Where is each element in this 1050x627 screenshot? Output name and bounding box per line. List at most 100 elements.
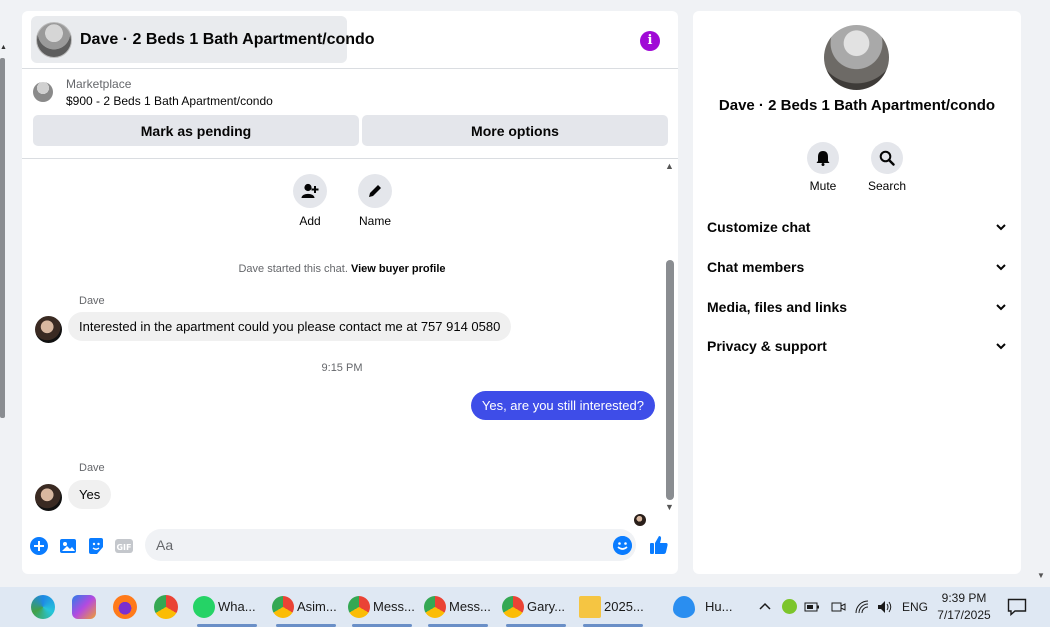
taskbar-app-label: Wha... <box>218 599 256 614</box>
more-options-button[interactable]: More options <box>362 115 668 146</box>
message-scrollbar[interactable]: ▲ ▼ <box>664 160 678 516</box>
listing-avatar <box>36 21 72 58</box>
customize-chat-section[interactable]: Customize chat <box>707 219 1007 241</box>
taskbar-app-label: Mess... <box>449 599 491 614</box>
scroll-up-icon[interactable]: ▲ <box>665 161 674 171</box>
page-scrollbar[interactable]: ▲ <box>0 0 8 587</box>
scroll-down-arrow-icon[interactable]: ▼ <box>1037 571 1045 580</box>
listing-thumbnail <box>33 82 53 102</box>
search-label: Search <box>867 179 907 193</box>
whatsapp-icon <box>193 596 215 618</box>
chat-title-button[interactable]: Dave · 2 Beds 1 Bath Apartment/condo <box>31 16 375 63</box>
water-drop-icon <box>673 596 695 618</box>
taskbar-app-label: Gary... <box>527 599 566 614</box>
chrome-profile-icon <box>424 596 446 618</box>
windows-taskbar: Wha... Asim... Mess... Mess... Gary... 2… <box>0 587 1050 627</box>
incoming-message[interactable]: Yes <box>68 480 112 509</box>
add-person-icon <box>301 183 319 198</box>
chrome-icon[interactable] <box>154 595 178 619</box>
edge-icon[interactable] <box>31 595 55 619</box>
taskbar-weather[interactable]: Hu... <box>673 587 739 627</box>
emoji-icon[interactable] <box>613 536 632 555</box>
taskbar-app-label: Hu... <box>705 599 733 614</box>
name-label: Name <box>358 214 391 228</box>
taskbar-app-label: 2025... <box>604 599 644 614</box>
message-sender: Dave <box>79 295 105 307</box>
folder-icon <box>579 596 601 618</box>
bell-icon <box>816 151 830 166</box>
chevron-down-icon <box>996 343 1006 350</box>
chrome-profile-icon <box>502 596 524 618</box>
marketplace-label: Marketplace <box>66 77 132 91</box>
chat-panel: Dave · 2 Beds 1 Bath Apartment/condo i M… <box>22 11 678 574</box>
taskbar-file-explorer[interactable]: 2025... <box>579 587 649 627</box>
chat-members-section[interactable]: Chat members <box>707 259 1007 281</box>
sender-avatar[interactable] <box>35 316 62 343</box>
sender-avatar[interactable] <box>35 484 62 511</box>
message-timestamp: 9:15 PM <box>321 362 363 374</box>
marketplace-banner: Marketplace $900 - 2 Beds 1 Bath Apartme… <box>22 70 678 159</box>
taskbar-chrome-messenger-1[interactable]: Mess... <box>348 587 418 627</box>
name-chat-action[interactable]: Name <box>345 174 405 228</box>
outgoing-message[interactable]: Yes, are you still interested? <box>470 391 655 420</box>
message-list[interactable]: Add Name Dave started this chat. View bu… <box>22 160 678 526</box>
listing-avatar-large <box>824 25 889 90</box>
listing-title-link[interactable]: $900 - 2 Beds 1 Bath Apartment/condo <box>66 94 273 108</box>
wifi-icon[interactable] <box>854 599 870 615</box>
mute-button[interactable]: Mute <box>798 142 848 193</box>
firefox-icon[interactable] <box>113 595 137 619</box>
chat-started-notice: Dave started this chat. View buyer profi… <box>22 263 662 275</box>
volume-icon[interactable] <box>876 599 894 615</box>
tray-app-icon[interactable] <box>782 599 797 614</box>
taskbar-clock[interactable]: 9:39 PM 7/17/2025 <box>930 590 998 624</box>
info-icon[interactable]: i <box>640 31 660 51</box>
svg-text:GIF: GIF <box>116 543 131 552</box>
view-buyer-profile-link[interactable]: View buyer profile <box>351 263 446 275</box>
message-scrollbar-thumb[interactable] <box>666 260 674 500</box>
sticker-icon[interactable] <box>87 537 105 555</box>
scroll-down-icon[interactable]: ▼ <box>665 502 674 512</box>
seen-receipt-avatar <box>634 514 646 526</box>
taskbar-whatsapp[interactable]: Wha... <box>193 587 263 627</box>
add-label: Add <box>299 214 321 228</box>
scroll-up-arrow-icon[interactable]: ▲ <box>0 44 7 51</box>
clock-date: 7/17/2025 <box>937 608 991 622</box>
input-language[interactable]: ENG <box>902 600 928 614</box>
copilot-icon[interactable] <box>72 595 96 619</box>
incoming-message[interactable]: Interested in the apartment could you pl… <box>68 312 512 341</box>
taskbar-app-label: Asim... <box>297 599 337 614</box>
media-files-links-section[interactable]: Media, files and links <box>707 299 1007 321</box>
message-input[interactable]: Aa <box>145 529 636 561</box>
taskbar-chrome-asim[interactable]: Asim... <box>272 587 342 627</box>
chrome-profile-icon <box>348 596 370 618</box>
meet-now-icon[interactable] <box>830 599 846 615</box>
thumbs-up-icon[interactable] <box>649 535 669 555</box>
chat-started-text: Dave started this chat. <box>238 263 348 275</box>
taskbar-chrome-messenger-2[interactable]: Mess... <box>424 587 494 627</box>
privacy-support-section[interactable]: Privacy & support <box>707 338 1007 360</box>
info-panel-title: Dave · 2 Beds 1 Bath Apartment/condo <box>718 97 996 114</box>
battery-icon[interactable] <box>804 599 820 615</box>
chevron-up-icon[interactable] <box>758 600 772 614</box>
mute-label: Mute <box>809 179 837 193</box>
plus-circle-icon[interactable] <box>30 537 48 555</box>
add-people-action[interactable]: Add <box>280 174 340 228</box>
chevron-down-icon <box>996 264 1006 271</box>
page-scrollbar-thumb[interactable] <box>0 58 5 418</box>
chrome-profile-icon <box>272 596 294 618</box>
chevron-down-icon <box>996 304 1006 311</box>
section-label: Customize chat <box>707 219 811 235</box>
pencil-icon <box>369 185 381 197</box>
photo-icon[interactable] <box>59 537 77 555</box>
clock-time: 9:39 PM <box>941 591 987 605</box>
gif-icon[interactable]: GIF <box>115 537 133 555</box>
chat-title: Dave · 2 Beds 1 Bath Apartment/condo <box>80 30 375 48</box>
message-sender: Dave <box>79 462 105 474</box>
notification-icon[interactable] <box>1007 598 1027 616</box>
search-button[interactable]: Search <box>862 142 912 193</box>
section-label: Privacy & support <box>707 338 827 354</box>
mark-as-pending-button[interactable]: Mark as pending <box>33 115 359 146</box>
taskbar-chrome-gary[interactable]: Gary... <box>502 587 572 627</box>
message-composer: GIF Aa <box>22 526 678 566</box>
search-icon <box>879 150 895 166</box>
